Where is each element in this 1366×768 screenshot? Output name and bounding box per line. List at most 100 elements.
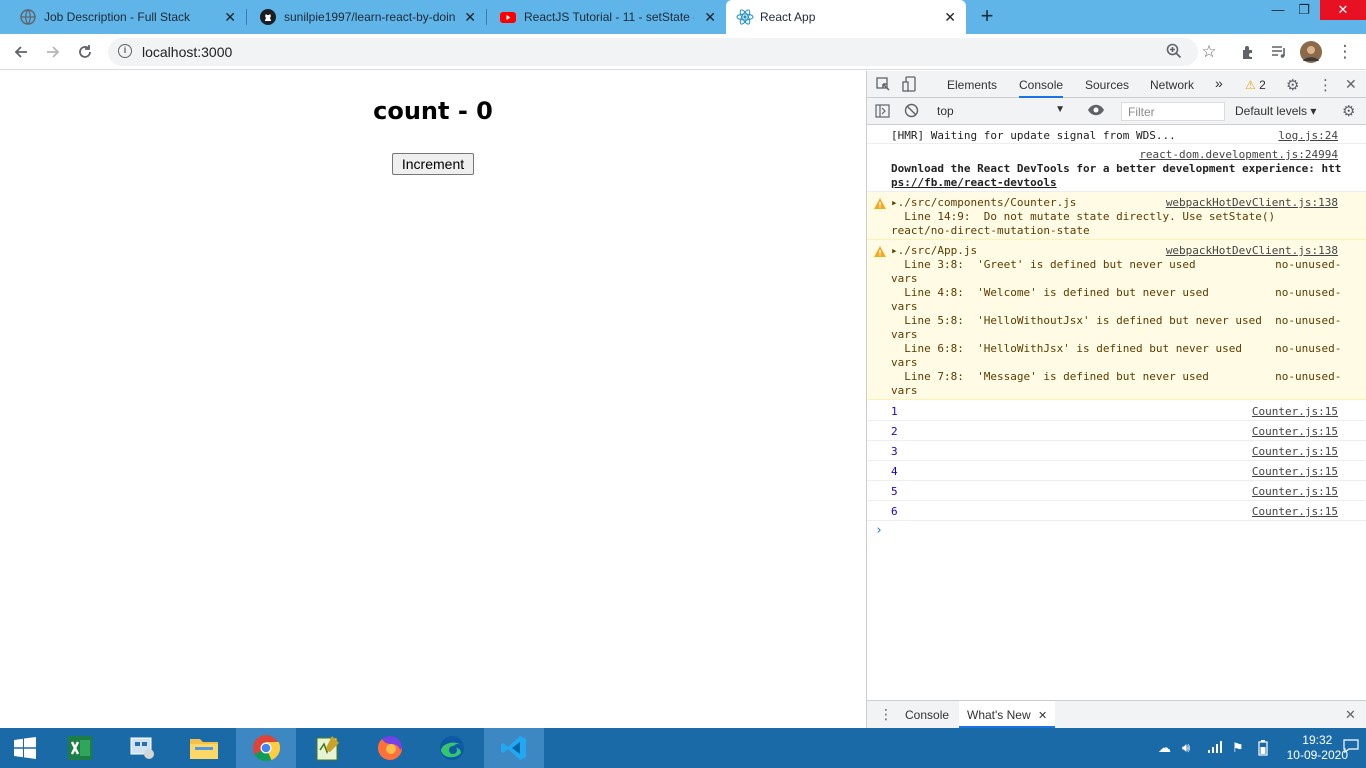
tab-network[interactable]: Network	[1150, 78, 1194, 92]
start-windows-icon[interactable]	[0, 728, 50, 768]
warnings-counter[interactable]: ⚠ 2	[1245, 78, 1266, 92]
filter-input[interactable]: Filter	[1121, 102, 1225, 121]
drawer-close-icon[interactable]: ✕	[1345, 707, 1356, 723]
info-icon[interactable]: i	[118, 44, 132, 58]
address-bar[interactable]: i localhost:3000	[108, 38, 1198, 66]
excel-icon[interactable]	[50, 728, 110, 768]
drawer-tab-whats-new[interactable]: What's New ✕	[959, 701, 1056, 728]
source-link[interactable]: Counter.js:15	[1252, 465, 1338, 478]
restore-icon[interactable]: ❐	[1290, 0, 1318, 20]
tab-close-icon[interactable]: ✕	[944, 9, 956, 26]
chrome-taskbar-icon[interactable]	[236, 728, 296, 768]
close-icon[interactable]: ✕	[1038, 710, 1047, 722]
warning-title[interactable]: ▸./src/App.js	[891, 244, 977, 257]
new-tab-button[interactable]: +	[976, 5, 998, 27]
time-text: 19:32	[1302, 733, 1333, 747]
reload-icon[interactable]	[74, 41, 96, 63]
source-link[interactable]: webpackHotDevClient.js:138	[1166, 244, 1338, 257]
tab-close-icon[interactable]: ✕	[704, 9, 716, 26]
zoom-icon[interactable]	[1166, 43, 1182, 64]
edge-icon[interactable]	[422, 728, 482, 768]
source-link[interactable]: Counter.js:15	[1252, 505, 1338, 518]
devtools-menu-icon[interactable]: ⋮	[1318, 76, 1333, 94]
expand-triangle-icon[interactable]: ▸	[891, 196, 898, 209]
drawer-menu-icon[interactable]: ⋮	[879, 706, 893, 723]
tab-console[interactable]: Console	[1019, 78, 1064, 98]
increment-button[interactable]: Increment	[392, 153, 474, 175]
devtools-tab-bar: Elements Console Sources Network » ⚠ 2 ⚙…	[867, 71, 1366, 98]
log-value: 2	[891, 425, 898, 438]
more-tabs-icon[interactable]: »	[1215, 75, 1223, 91]
expand-triangle-icon[interactable]: ▸	[891, 244, 898, 257]
file-explorer-icon[interactable]	[174, 728, 234, 768]
settings-gear-icon[interactable]: ⚙	[1286, 76, 1299, 94]
inspect-element-icon[interactable]	[876, 77, 891, 95]
chrome-menu-icon[interactable]: ⋮	[1334, 41, 1356, 63]
sidebar-toggle-icon[interactable]	[875, 104, 890, 121]
source-link[interactable]: webpackHotDevClient.js:138	[1166, 196, 1338, 209]
page-viewport: count - 0 Increment	[0, 71, 866, 728]
message-text: Download the React DevTools for a better…	[891, 162, 1342, 175]
tab-sources[interactable]: Sources	[1085, 78, 1129, 92]
tab-close-icon[interactable]: ✕	[464, 9, 476, 26]
clock[interactable]: 19:32 10-09-2020	[1287, 733, 1348, 763]
volume-icon[interactable]: 🔊︎	[1182, 740, 1190, 756]
log-levels-dropdown[interactable]: Default levels ▾	[1235, 104, 1316, 118]
tab-title: Job Description - Full Stack Deve	[44, 10, 194, 24]
console-log-row: 1 Counter.js:15	[867, 401, 1366, 421]
warning-icon: ⚠	[1245, 78, 1256, 92]
forward-arrow-icon[interactable]	[42, 41, 64, 63]
notepad-icon[interactable]	[298, 728, 358, 768]
source-link[interactable]: react-dom.development.js:24994	[1139, 148, 1338, 161]
console-settings-gear-icon[interactable]: ⚙	[1342, 102, 1355, 120]
source-link[interactable]: Counter.js:15	[1252, 425, 1338, 438]
vscode-icon[interactable]	[484, 728, 544, 768]
console-warning: ▸./src/components/Counter.js webpackHotD…	[867, 192, 1366, 240]
browser-tab-github[interactable]: sunilpie1997/learn-react-by-doin ✕	[240, 0, 486, 34]
source-link[interactable]: Counter.js:15	[1252, 485, 1338, 498]
task-view-icon[interactable]	[112, 728, 172, 768]
notifications-icon[interactable]	[1343, 738, 1359, 757]
back-arrow-icon[interactable]	[10, 41, 32, 63]
log-value: 6	[891, 505, 898, 518]
warning-line: Line 14:9: Do not mutate state directly.…	[891, 210, 1276, 223]
firefox-icon[interactable]	[360, 728, 420, 768]
browser-tab-youtube[interactable]: ReactJS Tutorial - 11 - setState - ✕	[480, 0, 726, 34]
devtools-link[interactable]: ps://fb.me/react-devtools	[891, 176, 1057, 189]
context-selector[interactable]: top ▼	[931, 102, 1071, 121]
eye-icon[interactable]	[1087, 103, 1105, 120]
console-prompt[interactable]: ›	[875, 523, 883, 538]
extensions-icon[interactable]	[1237, 41, 1259, 63]
tab-close-icon[interactable]: ✕	[224, 9, 236, 26]
drawer-tab-console[interactable]: Console	[905, 708, 949, 722]
log-value: 1	[891, 405, 898, 418]
devtools-drawer-tabs: ⋮ Console What's New ✕ ✕	[867, 700, 1366, 728]
bookmark-star-icon[interactable]: ☆	[1198, 41, 1220, 63]
date-text: 10-09-2020	[1286, 748, 1348, 762]
devtools-panel: Elements Console Sources Network » ⚠ 2 ⚙…	[866, 71, 1366, 728]
warning-count: 2	[1259, 78, 1266, 92]
warning-title[interactable]: ▸./src/components/Counter.js	[891, 196, 1076, 209]
device-toolbar-icon[interactable]	[902, 76, 917, 95]
onedrive-cloud-icon[interactable]: ☁	[1158, 740, 1171, 756]
log-value: 3	[891, 445, 898, 458]
source-link[interactable]: log.js:24	[1278, 129, 1338, 142]
minimize-icon[interactable]: —	[1264, 0, 1292, 20]
source-link[interactable]: Counter.js:15	[1252, 405, 1338, 418]
window-close-icon[interactable]: ✕	[1320, 0, 1366, 20]
devtools-close-icon[interactable]: ✕	[1345, 76, 1357, 93]
url-text[interactable]: localhost:3000	[142, 44, 232, 60]
clear-console-icon[interactable]	[904, 103, 919, 121]
browser-tab-job-description[interactable]: Job Description - Full Stack Deve ✕	[0, 0, 246, 34]
warning-icon	[874, 246, 886, 257]
console-filter-bar: top ▼ Filter Default levels ▾ ⚙	[867, 98, 1366, 125]
profile-avatar[interactable]	[1300, 41, 1322, 63]
browser-tab-react-app[interactable]: React App ✕	[726, 0, 966, 34]
tab-elements[interactable]: Elements	[947, 78, 997, 92]
source-link[interactable]: Counter.js:15	[1252, 445, 1338, 458]
react-icon	[736, 9, 754, 25]
flag-icon[interactable]: ⚑	[1232, 740, 1244, 756]
network-signal-icon[interactable]	[1207, 740, 1223, 757]
battery-icon[interactable]	[1256, 740, 1270, 759]
media-controls-icon[interactable]	[1268, 41, 1290, 63]
